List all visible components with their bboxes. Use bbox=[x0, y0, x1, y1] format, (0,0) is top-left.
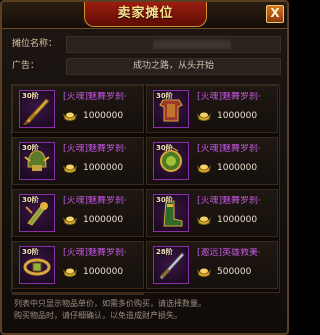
item-slot[interactable]: 30阶 [灭魂]魅舞罗刹· 1000000 bbox=[12, 241, 144, 289]
necklace-icon: 30阶 bbox=[153, 142, 189, 180]
gold-ingot-icon bbox=[197, 268, 211, 277]
stall-name-label: 摊位名称： bbox=[12, 39, 58, 49]
item-name: [灭魂]魅舞罗刹· bbox=[63, 92, 127, 102]
gold-ingot-icon bbox=[63, 164, 77, 173]
item-price: 1000000 bbox=[83, 163, 124, 173]
note-line-2: 购买物品时，请仔细确认，以免造成财产损失。 bbox=[14, 311, 182, 320]
purchase-note: 列表中只显示物品单价，如需多价购买，请选择数量。 购买物品时，请仔细确认，以免造… bbox=[14, 298, 280, 322]
item-slot[interactable]: 30阶 [灭魂]魅舞罗刹· 1000000 bbox=[146, 189, 278, 237]
item-name: [灭魂]魅舞罗刹· bbox=[63, 144, 127, 154]
ring-icon: 30阶 bbox=[19, 194, 55, 232]
stall-name-redaction bbox=[153, 40, 231, 49]
weapon-icon: 28阶 bbox=[153, 246, 189, 284]
item-name: [灭魂]魅舞罗刹· bbox=[63, 196, 127, 206]
gold-ingot-icon bbox=[197, 216, 211, 225]
gold-ingot-icon bbox=[63, 112, 77, 121]
item-slot[interactable]: 30阶 [灭魂]魅舞罗刹· 1000000 bbox=[146, 137, 278, 185]
item-name: [灭魂]魅舞罗刹· bbox=[63, 248, 127, 258]
gold-ingot-icon bbox=[197, 164, 211, 173]
item-price: 1000000 bbox=[217, 163, 258, 173]
belt-icon: 30阶 bbox=[19, 246, 55, 284]
sword-icon: 30阶 bbox=[19, 90, 55, 128]
item-price: 1000000 bbox=[83, 267, 124, 277]
stall-name-field bbox=[66, 36, 281, 53]
boots-icon: 30阶 bbox=[153, 194, 189, 232]
close-button[interactable]: X bbox=[266, 5, 284, 23]
stall-window: 卖家摊位 X 摊位名称： 广告： 成功之路，从头开始 30阶 [灭魂]魅舞罗刹·… bbox=[0, 0, 289, 335]
item-name: [灭魂]魅舞罗刹· bbox=[197, 196, 261, 206]
title-plaque: 卖家摊位 bbox=[84, 2, 207, 27]
helmet-icon: 30阶 bbox=[19, 142, 55, 180]
stall-info: 摊位名称： 广告： 成功之路，从头开始 bbox=[8, 36, 281, 76]
item-price: 1000000 bbox=[217, 111, 258, 121]
item-name: [灭魂]魅舞罗刹· bbox=[197, 92, 261, 102]
item-slot[interactable]: 28阶 [邀远]英雄救美· 500000 bbox=[146, 241, 278, 289]
ad-field: 成功之路，从头开始 bbox=[66, 58, 281, 75]
item-price: 1000000 bbox=[83, 111, 124, 121]
item-grid: 30阶 [灭魂]魅舞罗刹· 1000000 30阶 [灭魂]魅舞罗刹· 1000… bbox=[11, 84, 280, 295]
empty-slot bbox=[12, 293, 144, 295]
item-name: [邀远]英雄救美· bbox=[197, 248, 261, 258]
item-slot[interactable]: 30阶 [灭魂]魅舞罗刹· 1000000 bbox=[146, 85, 278, 133]
item-price: 1000000 bbox=[217, 215, 258, 225]
item-slot[interactable]: 30阶 [灭魂]魅舞罗刹· 1000000 bbox=[12, 137, 144, 185]
gold-ingot-icon bbox=[63, 268, 77, 277]
armor-icon: 30阶 bbox=[153, 90, 189, 128]
gold-ingot-icon bbox=[197, 112, 211, 121]
title-bar: 卖家摊位 X bbox=[2, 2, 287, 29]
item-name: [灭魂]魅舞罗刹· bbox=[197, 144, 261, 154]
item-slot[interactable]: 30阶 [灭魂]魅舞罗刹· 1000000 bbox=[12, 85, 144, 133]
ad-label: 广告： bbox=[12, 61, 40, 71]
item-price: 500000 bbox=[217, 267, 252, 277]
ad-row: 广告： 成功之路，从头开始 bbox=[8, 58, 281, 75]
stall-name-row: 摊位名称： bbox=[8, 36, 281, 53]
gold-ingot-icon bbox=[63, 216, 77, 225]
item-slot[interactable]: 30阶 [灭魂]魅舞罗刹· 1000000 bbox=[12, 189, 144, 237]
note-line-1: 列表中只显示物品单价，如需多价购买，请选择数量。 bbox=[14, 299, 206, 308]
window-title: 卖家摊位 bbox=[117, 6, 174, 21]
item-price: 1000000 bbox=[83, 215, 124, 225]
